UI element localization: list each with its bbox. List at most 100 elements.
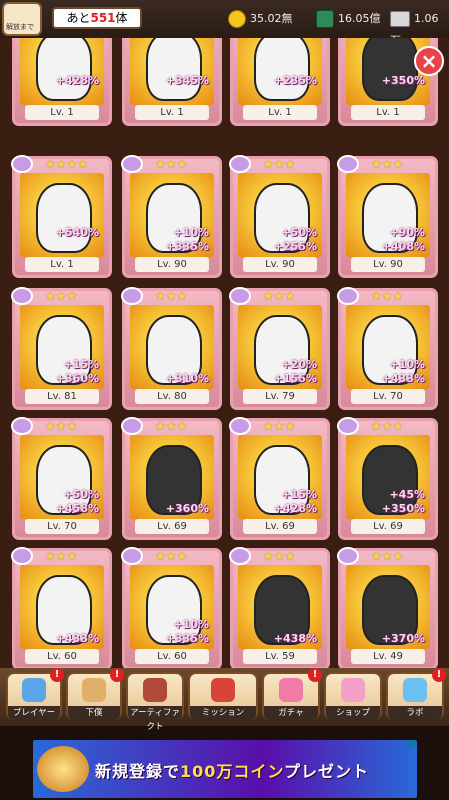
eye-badge-icon — [229, 547, 251, 565]
character-card[interactable]: ★★★★ +540% Lv. 1 — [11, 155, 112, 278]
close-button[interactable]: × — [414, 46, 444, 76]
bonus-primary: +345% — [165, 74, 209, 87]
bonus-secondary: +408% — [381, 240, 425, 253]
eye-badge-icon — [11, 417, 33, 435]
nav-label: プレイヤー — [8, 706, 60, 720]
character-card[interactable]: ★★★ +370% Lv. 49 — [337, 547, 438, 668]
rarity-stars: ★★★ — [155, 549, 188, 563]
remaining-count: あと551体 — [52, 7, 142, 29]
level-label: Lv. 69 — [243, 519, 317, 534]
character-card[interactable]: ★★★ +10% +335% Lv. 90 — [121, 155, 222, 278]
character-card[interactable]: ★★★ +310% Lv. 80 — [121, 287, 222, 410]
level-label: Lv. 80 — [135, 389, 209, 404]
bonus-secondary: +438% — [273, 632, 317, 645]
nav-button[interactable]: ミッション — [188, 672, 258, 720]
nav-button[interactable]: ガチャ! — [262, 668, 322, 720]
character-figure — [362, 38, 418, 101]
bonus-secondary: +433% — [55, 632, 99, 645]
eye-badge-icon — [337, 417, 359, 435]
remaining-suffix: 体 — [115, 11, 128, 25]
character-card[interactable]: ★★★★+235%Lv. 1 — [230, 38, 330, 126]
character-card[interactable]: ★★★ +15% +428% Lv. 69 — [229, 417, 330, 540]
nav-button[interactable]: プレイヤー! — [6, 668, 64, 720]
nav-button[interactable]: 下僕! — [66, 668, 124, 720]
nav-button[interactable]: アーティファクト — [126, 672, 184, 732]
nav-button[interactable]: ショップ — [324, 672, 382, 720]
nav-icon — [403, 678, 427, 702]
level-label: Lv. 69 — [135, 519, 209, 534]
bonus-primary: +10% — [173, 618, 209, 631]
alert-badge: ! — [50, 668, 64, 682]
character-card[interactable]: ★★★ +438% Lv. 59 — [229, 547, 330, 668]
bonus-secondary: +458% — [55, 502, 99, 515]
character-card[interactable]: ★★★ +20% +155% Lv. 79 — [229, 287, 330, 410]
rarity-stars: ★★★ — [45, 549, 78, 563]
eye-badge-icon — [337, 155, 359, 173]
character-card[interactable]: ★★★ +433% Lv. 60 — [11, 547, 112, 668]
eye-badge-icon — [121, 417, 143, 435]
ad-logo-icon — [37, 746, 89, 792]
bonus-primary: +50% — [63, 488, 99, 501]
bonus-secondary: +335% — [165, 632, 209, 645]
nav-icon — [279, 678, 303, 702]
eye-badge-icon — [337, 547, 359, 565]
nav-label: 下僕 — [68, 706, 120, 720]
level-label: Lv. 1 — [25, 105, 99, 120]
eye-badge-icon — [229, 155, 251, 173]
character-figure — [36, 38, 92, 101]
bonus-secondary: +255% — [273, 240, 317, 253]
nav-icon — [82, 678, 106, 702]
eye-badge-icon — [337, 287, 359, 305]
ad-text-suffix: プレゼント — [283, 762, 369, 781]
character-card[interactable]: ★★★★+345%Lv. 1 — [122, 38, 222, 126]
level-label: Lv. 1 — [243, 105, 317, 120]
ad-text: 新規登録で100万コインプレゼント — [95, 758, 369, 782]
bonus-secondary: +360% — [165, 502, 209, 515]
rarity-stars: ★★★ — [263, 419, 296, 433]
character-grid: ★★★★+428%Lv. 1★★★★+345%Lv. 1★★★★+235%Lv.… — [0, 38, 449, 668]
level-label: Lv. 90 — [135, 257, 209, 272]
ad-info-icon[interactable] — [407, 740, 415, 748]
nav-icon — [143, 678, 167, 702]
alert-badge: ! — [432, 668, 446, 682]
bonus-primary: +45% — [389, 488, 425, 501]
rarity-stars: ★★★ — [371, 157, 404, 171]
rarity-stars: ★★★ — [371, 419, 404, 433]
bonus-primary: +428% — [55, 74, 99, 87]
nav-icon — [211, 678, 235, 702]
bonus-primary: +10% — [389, 358, 425, 371]
coin-counter: 35.02無 — [228, 8, 293, 30]
eye-badge-icon — [11, 547, 33, 565]
rarity-stars: ★★★ — [45, 289, 78, 303]
character-card[interactable]: ★★★ +45% +350% Lv. 69 — [337, 417, 438, 540]
ad-banner[interactable]: 新規登録で100万コインプレゼント — [33, 740, 417, 798]
level-label: Lv. 1 — [135, 105, 209, 120]
character-card[interactable]: ★★★★+428%Lv. 1 — [12, 38, 112, 126]
bonus-secondary: +335% — [165, 240, 209, 253]
character-card[interactable]: ★★★ +15% +360% Lv. 81 — [11, 287, 112, 410]
bonus-primary: +50% — [281, 226, 317, 239]
eye-badge-icon — [121, 287, 143, 305]
nav-label: ショップ — [326, 706, 380, 720]
eye-badge-icon — [11, 155, 33, 173]
character-card[interactable]: ★★★ +90% +408% Lv. 90 — [337, 155, 438, 278]
unlock-icon[interactable]: 解放まで — [2, 2, 42, 36]
bonus-primary: +540% — [55, 226, 99, 239]
nav-label: ラボ — [388, 706, 442, 720]
nav-label: ガチャ — [264, 706, 318, 720]
character-card[interactable]: ★★★ +10% +335% Lv. 60 — [121, 547, 222, 668]
bonus-primary: +20% — [281, 358, 317, 371]
bonus-secondary: +433% — [381, 372, 425, 385]
character-card[interactable]: ★★★ +50% +458% Lv. 70 — [11, 417, 112, 540]
unlock-label: 解放まで — [6, 23, 34, 31]
character-card[interactable]: ★★★ +10% +433% Lv. 70 — [337, 287, 438, 410]
level-label: Lv. 90 — [351, 257, 425, 272]
character-art — [238, 38, 322, 105]
nav-button[interactable]: ラボ! — [386, 668, 446, 720]
remaining-prefix: あと — [66, 11, 91, 25]
eye-badge-icon — [11, 287, 33, 305]
character-card[interactable]: ★★★ +360% Lv. 69 — [121, 417, 222, 540]
level-label: Lv. 59 — [243, 649, 317, 664]
character-card[interactable]: ★★★ +50% +255% Lv. 90 — [229, 155, 330, 278]
bonus-primary: +90% — [389, 226, 425, 239]
